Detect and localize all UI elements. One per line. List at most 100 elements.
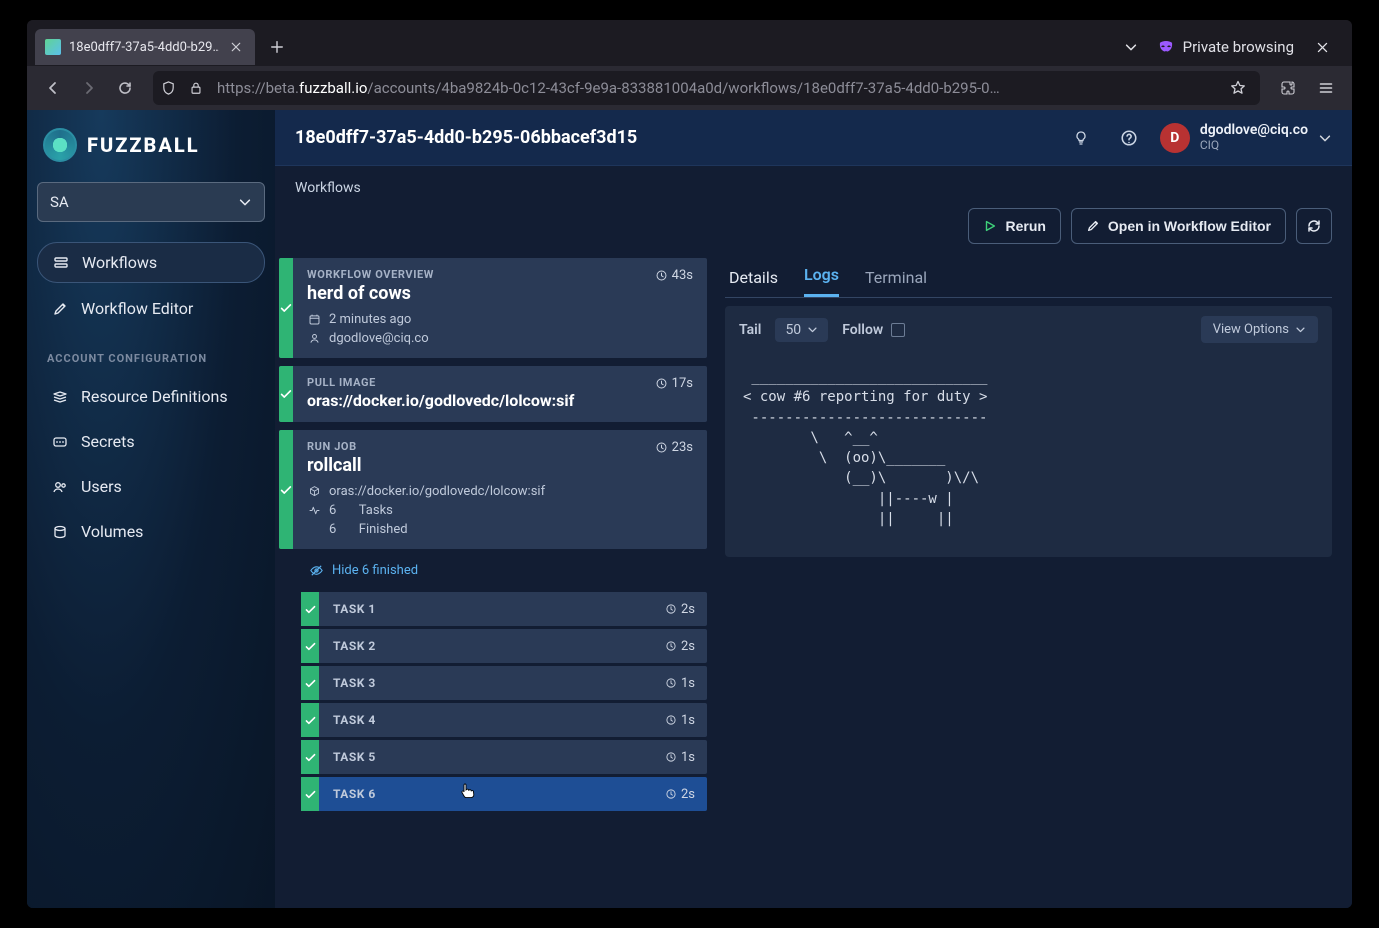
- view-options-button[interactable]: View Options: [1201, 316, 1318, 343]
- task-duration: 1s: [665, 713, 707, 728]
- run-job-card[interactable]: RUN JOB rollcall oras://docker.io/godlov…: [279, 430, 707, 549]
- task-label: TASK 3: [319, 676, 376, 690]
- sidebar-item-workflows[interactable]: Workflows: [37, 242, 265, 283]
- sidebar-item-resource-definitions[interactable]: Resource Definitions: [37, 377, 265, 416]
- volumes-icon: [51, 523, 69, 541]
- sidebar-item-label: Users: [81, 477, 122, 496]
- clock-icon: [655, 269, 668, 282]
- browser-tab-bar: 18e0dff7-37a5-4dd0-b29… Private browsing: [27, 20, 1352, 66]
- user-menu[interactable]: D dgodlove@ciq.co CIQ: [1160, 123, 1332, 153]
- app-menu-button[interactable]: [1310, 72, 1342, 104]
- open-in-editor-button[interactable]: Open in Workflow Editor: [1071, 208, 1286, 244]
- lock-icon[interactable]: [189, 81, 207, 95]
- account-select[interactable]: SA: [37, 182, 265, 222]
- card-label: PULL IMAGE: [307, 376, 693, 389]
- calendar-icon: [307, 313, 321, 327]
- task-label: TASK 1: [319, 602, 376, 616]
- chevron-down-icon: [1124, 40, 1138, 54]
- task-duration: 2s: [665, 639, 707, 654]
- secrets-icon: [51, 433, 69, 451]
- task-row[interactable]: TASK 6 2s: [301, 777, 707, 811]
- sidebar-item-volumes[interactable]: Volumes: [37, 512, 265, 551]
- task-row[interactable]: TASK 5 1s: [301, 740, 707, 774]
- workflows-icon: [52, 254, 70, 272]
- log-output[interactable]: ____________________________ < cow #6 re…: [725, 353, 1332, 557]
- status-success-icon: [301, 740, 319, 774]
- list-all-tabs-button[interactable]: [1119, 35, 1143, 59]
- detail-tabs: Details Logs Terminal: [725, 258, 1332, 298]
- rerun-button[interactable]: Rerun: [968, 208, 1060, 244]
- clock-icon: [665, 714, 677, 726]
- pull-image-card[interactable]: PULL IMAGE oras://docker.io/godlovedc/lo…: [279, 366, 707, 422]
- puzzle-icon: [1280, 80, 1296, 96]
- help-icon: [1120, 129, 1138, 147]
- refresh-icon: [1306, 218, 1322, 234]
- chevron-down-icon: [1295, 324, 1306, 335]
- task-duration: 1s: [665, 750, 707, 765]
- task-label: TASK 5: [319, 750, 376, 764]
- pull-image-name: oras://docker.io/godlovedc/lolcow:sif: [307, 391, 693, 410]
- sidebar-item-label: Secrets: [81, 432, 135, 451]
- new-tab-button[interactable]: [263, 33, 291, 61]
- hide-finished-toggle[interactable]: Hide 6 finished: [279, 557, 707, 584]
- status-success-icon: [279, 430, 293, 549]
- eye-off-icon: [309, 563, 324, 578]
- chevron-down-icon: [238, 195, 252, 209]
- status-success-icon: [301, 629, 319, 663]
- breadcrumb[interactable]: Workflows: [295, 180, 361, 196]
- play-icon: [983, 219, 997, 233]
- sidebar-item-users[interactable]: Users: [37, 467, 265, 506]
- url-bar[interactable]: https://beta.fuzzball.io/accounts/4ba982…: [153, 71, 1260, 105]
- card-label: RUN JOB: [307, 440, 693, 453]
- tab-favicon: [45, 39, 61, 55]
- avatar: D: [1160, 123, 1190, 153]
- chevron-down-icon: [1318, 131, 1332, 145]
- tab-close-button[interactable]: [227, 38, 245, 56]
- extensions-button[interactable]: [1272, 72, 1304, 104]
- task-label: TASK 6: [319, 787, 376, 801]
- duration: 17s: [655, 376, 693, 391]
- sidebar-item-workflow-editor[interactable]: Workflow Editor: [37, 289, 265, 328]
- reload-button[interactable]: [109, 72, 141, 104]
- star-icon: [1230, 80, 1246, 96]
- sidebar-item-secrets[interactable]: Secrets: [37, 422, 265, 461]
- page-title: 18e0dff7-37a5-4dd0-b295-06bbacef3d15: [295, 127, 1050, 148]
- shield-icon[interactable]: [161, 81, 179, 96]
- refresh-button[interactable]: [1296, 208, 1332, 244]
- hamburger-icon: [1318, 80, 1334, 96]
- status-success-icon: [301, 703, 319, 737]
- brand-name: FUZZBALL: [87, 133, 200, 157]
- follow-checkbox[interactable]: [891, 323, 905, 337]
- clock-icon: [665, 751, 677, 763]
- clock-icon: [655, 377, 668, 390]
- workflow-overview-card[interactable]: WORKFLOW OVERVIEW herd of cows 2 minutes…: [279, 258, 707, 358]
- sidebar-item-label: Resource Definitions: [81, 387, 228, 406]
- tail-select[interactable]: 50: [775, 318, 828, 342]
- tab-terminal[interactable]: Terminal: [865, 268, 927, 297]
- task-row[interactable]: TASK 3 1s: [301, 666, 707, 700]
- private-browsing-label: Private browsing: [1183, 38, 1294, 56]
- bookmark-button[interactable]: [1230, 80, 1252, 96]
- sidebar: FUZZBALL SA Workflows Workflow Editor AC…: [27, 110, 275, 908]
- task-duration: 1s: [665, 676, 707, 691]
- help-button[interactable]: [1112, 121, 1146, 155]
- task-row[interactable]: TASK 2 2s: [301, 629, 707, 663]
- brand[interactable]: FUZZBALL: [37, 124, 265, 176]
- tab-logs[interactable]: Logs: [804, 265, 839, 297]
- task-row[interactable]: TASK 4 1s: [301, 703, 707, 737]
- duration: 43s: [655, 268, 693, 283]
- task-row[interactable]: TASK 1 2s: [301, 592, 707, 626]
- forward-button[interactable]: [73, 72, 105, 104]
- reload-icon: [117, 80, 133, 96]
- user-org: CIQ: [1200, 139, 1308, 152]
- back-button[interactable]: [37, 72, 69, 104]
- tail-label: Tail: [739, 322, 761, 338]
- tab-details[interactable]: Details: [729, 268, 778, 297]
- job-image: oras://docker.io/godlovedc/lolcow:sif: [329, 484, 545, 499]
- task-duration: 2s: [665, 787, 707, 802]
- chevron-down-icon: [807, 324, 818, 335]
- window-close-button[interactable]: [1308, 33, 1336, 61]
- theme-toggle-button[interactable]: [1064, 121, 1098, 155]
- lightbulb-icon: [1073, 130, 1089, 146]
- browser-tab[interactable]: 18e0dff7-37a5-4dd0-b29…: [35, 29, 255, 65]
